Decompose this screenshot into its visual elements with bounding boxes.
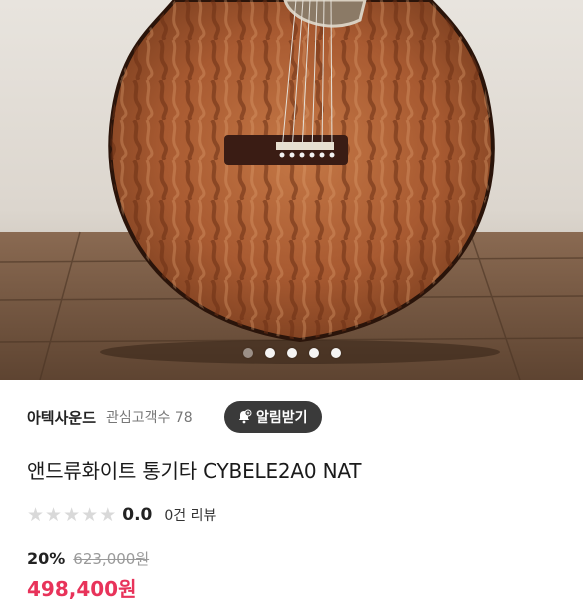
star-icon: ★	[63, 503, 81, 526]
star-icon: ★	[27, 503, 45, 526]
seller-info: 아텍사운드 관심고객수 78 알림받기	[27, 401, 563, 433]
carousel-indicators	[0, 348, 583, 358]
carousel-dot-1[interactable]	[242, 348, 253, 358]
seller-name-link[interactable]: 아텍사운드	[27, 407, 96, 428]
sale-price: 498,400원	[27, 577, 137, 601]
original-price: 623,000원	[73, 549, 150, 568]
price-info: 20% 623,000원	[27, 547, 149, 569]
carousel-dot-5[interactable]	[330, 348, 341, 358]
star-icon: ★	[81, 503, 99, 526]
review-count-link[interactable]: 0건 리뷰	[164, 505, 216, 525]
alarm-subscribe-button[interactable]: 알림받기	[224, 401, 322, 433]
guitar-photo	[0, 0, 583, 380]
rating-value: 0.0	[122, 505, 153, 525]
alarm-button-label: 알림받기	[256, 410, 308, 426]
product-image-carousel[interactable]	[0, 0, 583, 380]
carousel-dot-3[interactable]	[286, 348, 297, 358]
carousel-dot-2[interactable]	[264, 348, 275, 358]
carousel-dot-4[interactable]	[308, 348, 319, 358]
follower-count: 관심고객수 78	[106, 410, 193, 426]
star-rating: ★ ★ ★ ★ ★	[27, 503, 117, 526]
rating-summary: ★ ★ ★ ★ ★ 0.0 0건 리뷰	[27, 503, 216, 527]
star-icon: ★	[45, 503, 63, 526]
discount-rate: 20%	[27, 548, 66, 568]
product-title: 앤드류화이트 통기타 CYBELE2A0 NAT	[27, 459, 362, 483]
star-icon: ★	[99, 503, 117, 526]
bell-plus-icon	[236, 409, 252, 425]
